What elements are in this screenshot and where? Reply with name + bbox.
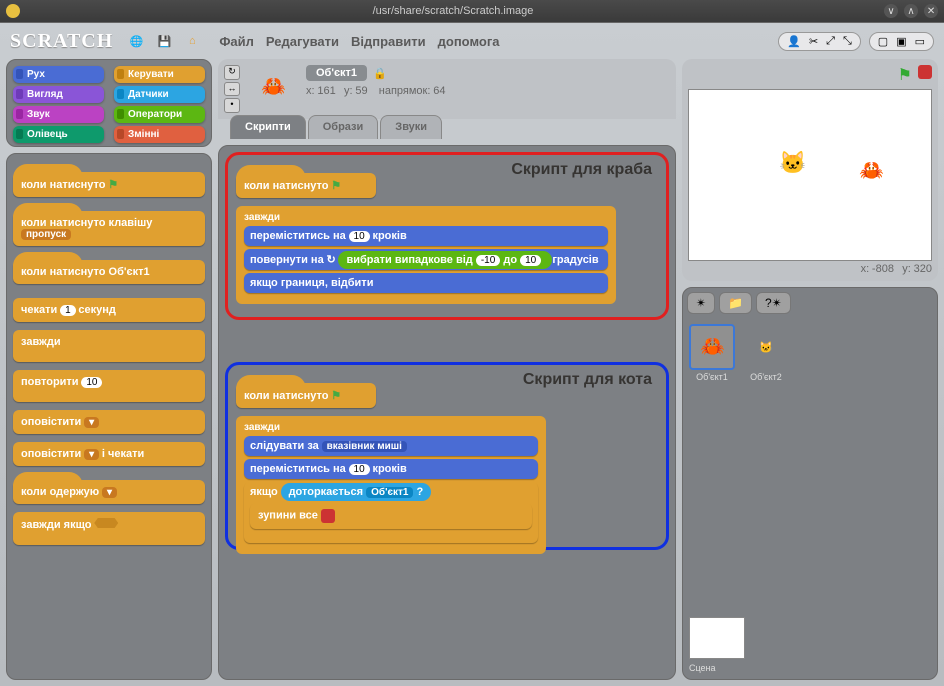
- home-icon[interactable]: ⌂: [181, 30, 203, 52]
- tab-sounds[interactable]: Звуки: [380, 115, 442, 139]
- palette-receive[interactable]: коли одержую ▾: [13, 480, 205, 504]
- stop-button[interactable]: [918, 65, 932, 79]
- close-button[interactable]: ✕: [924, 4, 938, 18]
- touching-sensor[interactable]: доторкається Об'єкт1 ?: [281, 483, 432, 501]
- category-Звук[interactable]: Звук: [13, 106, 104, 123]
- menu-help[interactable]: допомога: [438, 34, 500, 49]
- menu-share[interactable]: Відправити: [351, 34, 426, 49]
- category-Вигляд[interactable]: Вигляд: [13, 86, 104, 103]
- crab-script-box: Скрипт для краба коли натиснуто ⚑ завжди…: [225, 152, 669, 320]
- menu-bar: Файл Редагувати Відправити допомога: [219, 34, 499, 49]
- stage-cat-sprite[interactable]: 🐱: [779, 150, 806, 176]
- stage-crab-sprite[interactable]: [859, 160, 883, 186]
- menu-edit[interactable]: Редагувати: [266, 34, 339, 49]
- flag-icon: ⚑: [331, 179, 341, 192]
- cat-point[interactable]: слідувати за вказівник миші: [244, 436, 538, 456]
- cat-move[interactable]: переміститись на 10 кроків: [244, 459, 538, 479]
- flag-icon: ⚑: [108, 178, 118, 191]
- stage-thumbnail[interactable]: [689, 617, 745, 659]
- small-stage-icon[interactable]: ▢: [878, 35, 888, 48]
- present-icon[interactable]: ▭: [915, 35, 925, 48]
- category-Змінні[interactable]: Змінні: [114, 126, 205, 143]
- lock-icon[interactable]: 🔒: [373, 67, 387, 80]
- palette-repeat[interactable]: повторити 10: [13, 370, 205, 402]
- large-stage-icon[interactable]: ▣: [896, 35, 906, 48]
- paint-sprite-button[interactable]: ✴: [687, 292, 715, 314]
- menu-file[interactable]: Файл: [219, 34, 254, 49]
- sprite-name-field[interactable]: Об'єкт1: [306, 65, 367, 81]
- os-titlebar: /usr/share/scratch/Scratch.image ∨ ∧ ✕: [0, 0, 944, 22]
- cat-hat[interactable]: коли натиснуто ⚑: [236, 383, 376, 408]
- green-flag-button[interactable]: ⚑: [898, 65, 912, 85]
- crab-hat[interactable]: коли натиснуто ⚑: [236, 173, 376, 198]
- category-Керувати[interactable]: Керувати: [114, 66, 205, 83]
- category-panel: Рух Керувати Вигляд Датчики Звук Оператори Олі…: [6, 59, 212, 147]
- palette-forever[interactable]: завжди: [13, 330, 205, 362]
- stage-mouse-coords: x: -808 y: 320: [688, 263, 932, 275]
- category-Рух[interactable]: Рух: [13, 66, 104, 83]
- palette-broadcast-wait[interactable]: оповістити ▾ і чекати: [13, 442, 205, 466]
- cut-icon[interactable]: ✂: [809, 35, 818, 48]
- stage-panel: ⚑ 🐱 x: -808 y: 320: [682, 59, 938, 281]
- globe-icon[interactable]: 🌐: [125, 30, 147, 52]
- grow-icon[interactable]: ⤢: [826, 35, 835, 48]
- maximize-button[interactable]: ∧: [904, 4, 918, 18]
- logo: SCRATCH: [10, 30, 113, 53]
- block-palette: коли натиснуто ⚑ коли натиснуто клавішу …: [6, 153, 212, 680]
- palette-forever-if[interactable]: завжди якщо: [13, 512, 205, 545]
- window-title: /usr/share/scratch/Scratch.image: [373, 5, 534, 17]
- shrink-icon[interactable]: ⤡: [843, 35, 852, 48]
- random-operator[interactable]: вибрати випадкове від -10 до 10: [338, 251, 552, 269]
- sprite-tools: 👤 ✂ ⤢ ⤡: [778, 32, 861, 51]
- sprite-item-1[interactable]: Об'єкт1: [689, 324, 735, 382]
- flag-icon: ⚑: [331, 389, 341, 402]
- scratch-window: SCRATCH 🌐 💾 ⌂ Файл Редагувати Відправити…: [0, 22, 944, 686]
- cat-script-box: Скрипт для кота коли натиснуто ⚑ завжди …: [225, 362, 669, 550]
- category-Олівець[interactable]: Олівець: [13, 126, 104, 143]
- turn-arrow-icon: ↻: [326, 254, 335, 266]
- rotate-lr-icon[interactable]: ↔: [224, 82, 240, 97]
- cat-forever[interactable]: завжди слідувати за вказівник миші перем…: [236, 416, 546, 554]
- view-mode: ▢ ▣ ▭: [869, 32, 934, 51]
- rotate-free-icon[interactable]: ↻: [224, 65, 240, 80]
- minimize-button[interactable]: ∨: [884, 4, 898, 18]
- palette-when-key[interactable]: коли натиснуто клавішу пропуск: [13, 211, 205, 246]
- stage[interactable]: 🐱: [688, 89, 932, 261]
- cat-if[interactable]: якщо доторкається Об'єкт1 ? зупини все: [244, 482, 538, 543]
- surprise-sprite-button[interactable]: ?✴: [756, 292, 791, 314]
- save-icon[interactable]: 💾: [153, 30, 175, 52]
- crab-forever[interactable]: завжди переміститись на 10 кроків поверн…: [236, 206, 616, 304]
- palette-when-flag[interactable]: коли натиснуто ⚑: [13, 172, 205, 197]
- sprite-item-2[interactable]: 🐱 Об'єкт2: [743, 324, 789, 382]
- script-area[interactable]: Скрипт для краба коли натиснуто ⚑ завжди…: [218, 145, 676, 680]
- category-Датчики[interactable]: Датчики: [114, 86, 205, 103]
- sprite-coords: x: 161 y: 59 напрямок: 64: [306, 85, 670, 97]
- tab-costumes[interactable]: Образи: [308, 115, 379, 139]
- cat-script-title: Скрипт для кота: [523, 371, 652, 389]
- rotate-none-icon[interactable]: •: [224, 98, 240, 113]
- sprite-thumbnail: [248, 65, 298, 109]
- crab-script-title: Скрипт для краба: [511, 161, 652, 179]
- palette-when-sprite[interactable]: коли натиснуто Об'єкт1: [13, 260, 205, 284]
- palette-wait[interactable]: чекати 1 секунд: [13, 298, 205, 322]
- palette-broadcast[interactable]: оповістити ▾: [13, 410, 205, 434]
- app-icon: [6, 4, 20, 18]
- cat-stop[interactable]: зупини все: [250, 503, 532, 529]
- stamp-icon[interactable]: 👤: [787, 35, 801, 48]
- crab-move[interactable]: переміститись на 10 кроків: [244, 226, 608, 246]
- tab-scripts[interactable]: Скрипти: [230, 115, 306, 139]
- crab-turn[interactable]: повернути на ↻ вибрати випадкове від -10…: [244, 249, 608, 270]
- stop-icon: [321, 509, 335, 523]
- crab-bounce[interactable]: якщо границя, відбити: [244, 273, 608, 293]
- stage-thumb-area: Сцена: [683, 611, 937, 679]
- category-Оператори[interactable]: Оператори: [114, 106, 205, 123]
- sprite-list-panel: ✴ 📁 ?✴ Об'єкт1 🐱 Об'єкт2 Сце: [682, 287, 938, 680]
- top-bar: SCRATCH 🌐 💾 ⌂ Файл Редагувати Відправити…: [0, 23, 944, 59]
- choose-sprite-button[interactable]: 📁: [719, 292, 752, 314]
- sprite-header: ↻ ↔ • Об'єкт1 🔒 x: 161 y: 59: [218, 59, 676, 139]
